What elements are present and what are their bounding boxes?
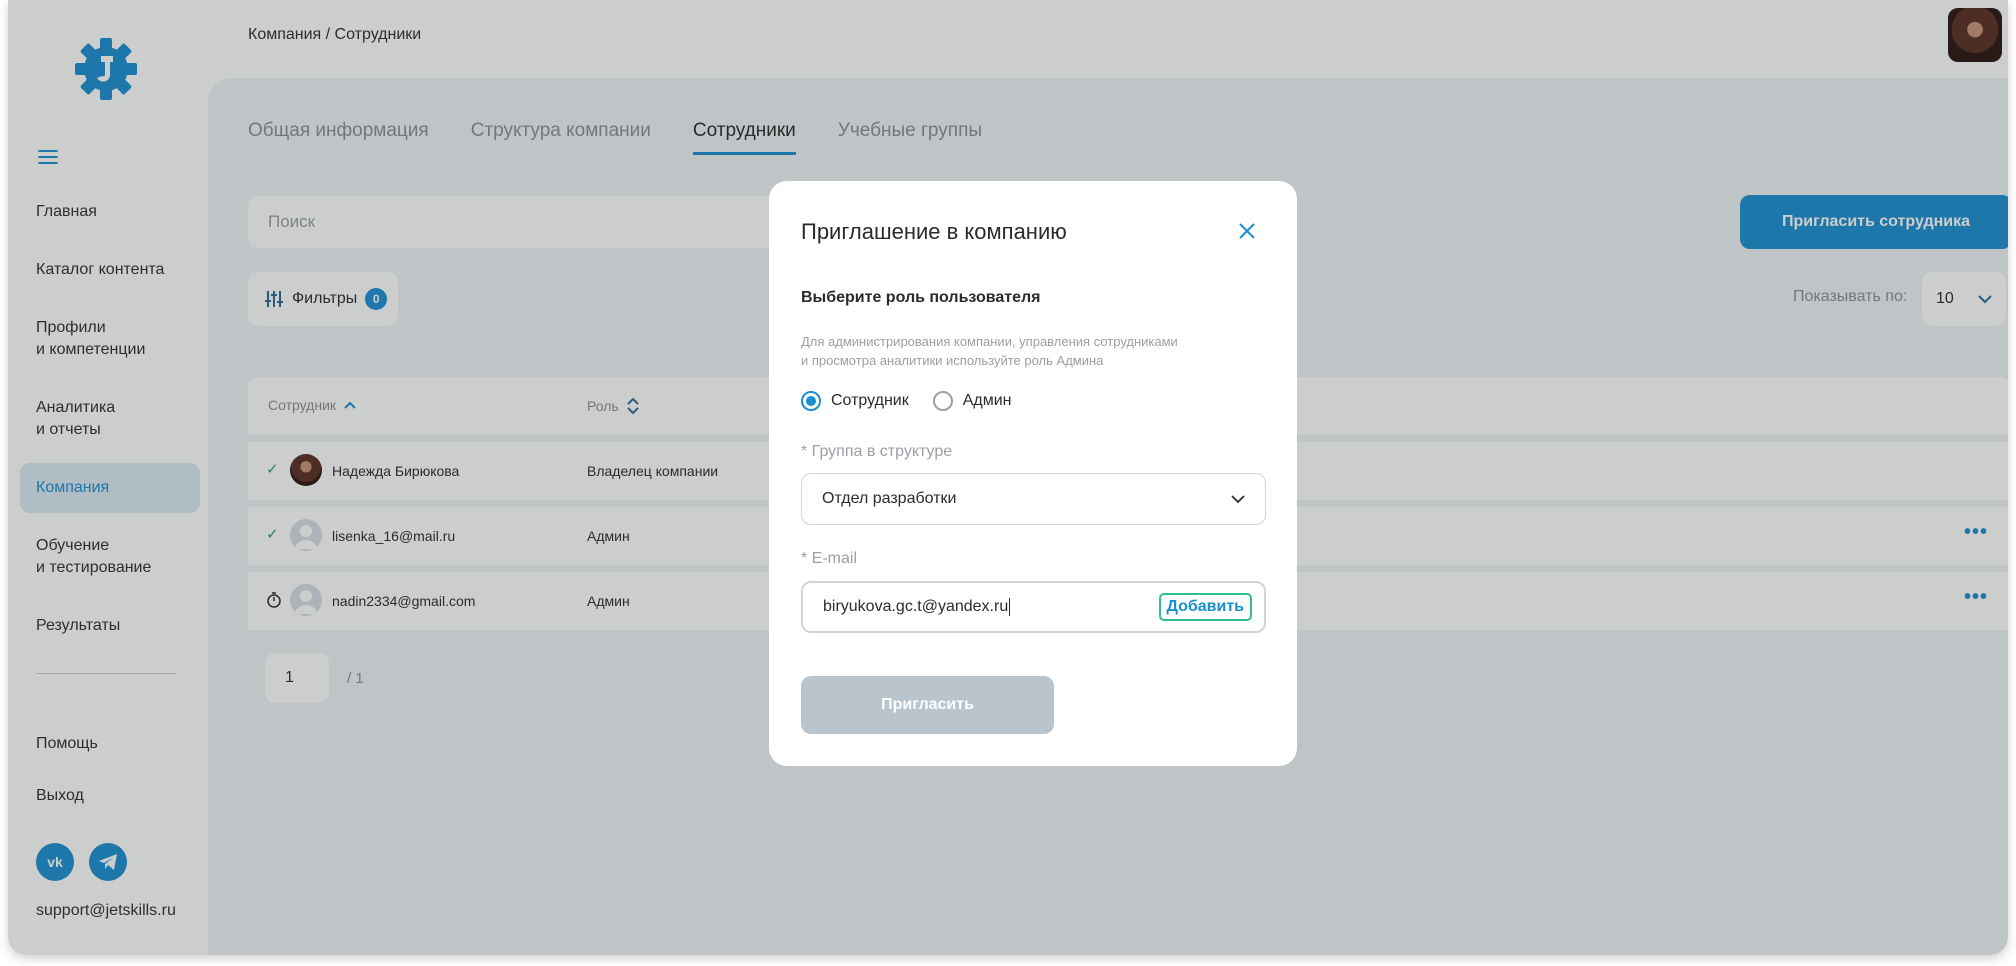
group-value: Отдел разработки	[822, 490, 957, 507]
role-employee-radio[interactable]	[801, 391, 821, 411]
group-label: * Группа в структуре	[801, 443, 953, 460]
invite-modal: Приглашение в компанию Выберите роль пол…	[769, 181, 1297, 766]
invite-submit-button[interactable]: Пригласить	[801, 676, 1054, 734]
group-select[interactable]: Отдел разработки	[801, 473, 1266, 525]
role-radio-group: Сотрудник Админ	[801, 391, 1026, 411]
email-value: biryukova.gc.t@yandex.ru	[823, 598, 1009, 616]
email-label: * E-mail	[801, 550, 858, 567]
modal-title: Приглашение в компанию	[801, 219, 1067, 244]
close-icon[interactable]	[1233, 217, 1261, 245]
email-field[interactable]: biryukova.gc.t@yandex.ru Добавить	[801, 581, 1266, 633]
role-label: Выберите роль пользователя	[801, 289, 1041, 306]
chevron-down-icon	[1231, 494, 1245, 503]
role-admin-label: Админ	[962, 392, 1012, 409]
add-email-button[interactable]: Добавить	[1158, 593, 1252, 621]
role-employee-label: Сотрудник	[831, 392, 909, 409]
role-employee-option[interactable]: Сотрудник	[801, 391, 909, 411]
role-admin-radio[interactable]	[932, 391, 953, 411]
role-admin-option[interactable]: Админ	[932, 391, 1012, 411]
role-hint: Для администрирования компании, управлен…	[801, 334, 1178, 368]
app-window: Главная Каталог контента Профили и компе…	[8, 0, 2008, 955]
